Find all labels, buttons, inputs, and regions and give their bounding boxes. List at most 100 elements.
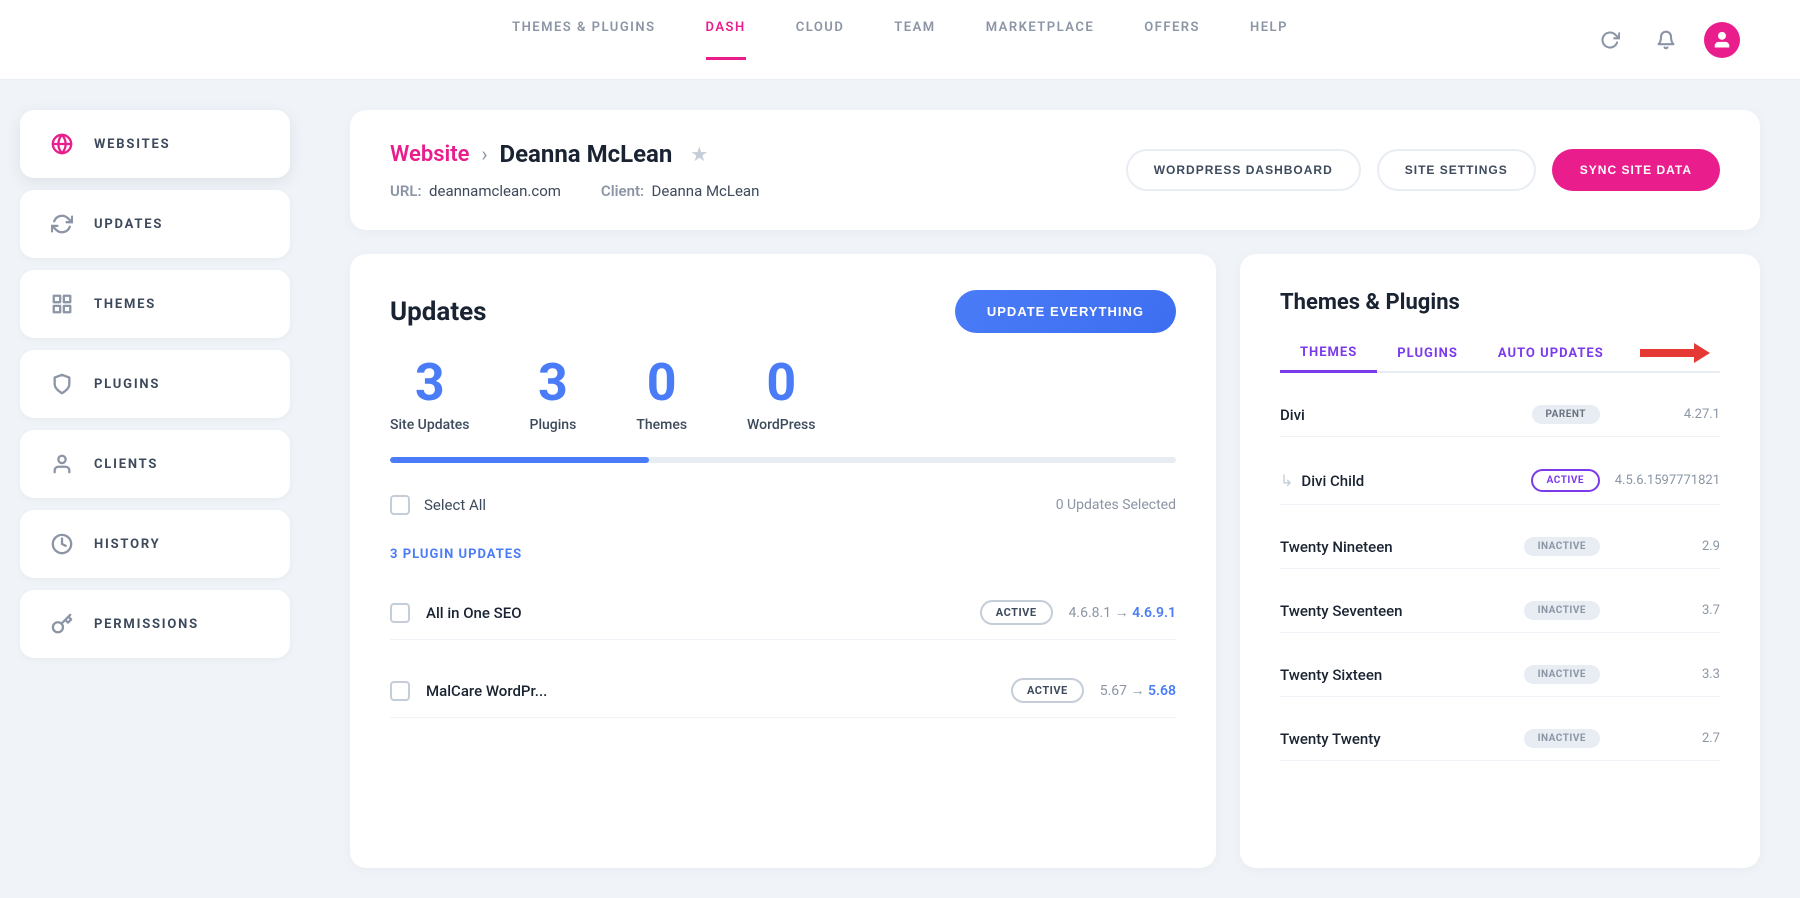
main-content: Website › Deanna McLean ★ URL: deannamcl… xyxy=(310,80,1800,898)
theme-name-twenty-nineteen: Twenty Nineteen xyxy=(1280,538,1524,556)
updates-panel: Updates UPDATE EVERYTHING 3 Site Updates… xyxy=(350,254,1216,868)
sidebar-label-websites: WEBSITES xyxy=(94,137,170,152)
shield-icon xyxy=(48,370,76,398)
theme-badge-divi-child: ACTIVE xyxy=(1531,469,1600,492)
arrow-indicator xyxy=(1640,343,1710,363)
stats-row: 3 Site Updates 3 Plugins 0 Themes 0 Word… xyxy=(390,357,1176,433)
page-header-actions: WORDPRESS DASHBOARD SITE SETTINGS SYNC S… xyxy=(1126,149,1720,191)
stat-plugins: 3 Plugins xyxy=(530,357,577,433)
plugin-badge-0: ACTIVE xyxy=(980,600,1053,625)
select-all-checkbox[interactable] xyxy=(390,495,410,515)
user-icon xyxy=(48,450,76,478)
page-meta: URL: deannamclean.com Client: Deanna McL… xyxy=(390,182,759,200)
theme-version-twenty-nineteen: 2.9 xyxy=(1600,539,1720,554)
page-header: Website › Deanna McLean ★ URL: deannamcl… xyxy=(350,110,1760,230)
arrow-right-icon xyxy=(1640,343,1710,363)
sidebar-label-themes: THEMES xyxy=(94,297,156,312)
nav-marketplace[interactable]: MARKETPLACE xyxy=(986,20,1095,60)
plugin-version-0: 4.6.8.1 → 4.6.9.1 xyxy=(1069,604,1176,621)
theme-row-divi-child: ↳ Divi Child ACTIVE 4.5.6.1597771821 xyxy=(1280,457,1720,505)
theme-version-divi: 4.27.1 xyxy=(1600,407,1720,422)
stat-label-themes: Themes xyxy=(636,417,687,433)
nav-cloud[interactable]: CLOUD xyxy=(796,20,845,60)
theme-name-divi: Divi xyxy=(1280,406,1532,424)
nav-team[interactable]: TEAM xyxy=(894,20,935,60)
sidebar-label-plugins: PLUGINS xyxy=(94,377,160,392)
star-icon: ★ xyxy=(690,142,708,166)
theme-sub-divi: ↳ Divi Child xyxy=(1280,471,1531,490)
themes-plugins-panel: Themes & Plugins THEMES PLUGINS AUTO UPD… xyxy=(1240,254,1760,868)
plugin-name-0: All in One SEO xyxy=(426,604,964,622)
stat-wordpress: 0 WordPress xyxy=(747,357,815,433)
theme-row-twenty-seventeen: Twenty Seventeen INACTIVE 3.7 xyxy=(1280,589,1720,633)
page-layout: WEBSITES UPDATES THEMES xyxy=(0,80,1800,898)
client-value: Deanna McLean xyxy=(652,182,760,200)
nav-offers[interactable]: OFFERS xyxy=(1144,20,1200,60)
sidebar-item-updates[interactable]: UPDATES xyxy=(20,190,290,258)
nav-actions xyxy=(1592,22,1740,58)
select-all-label[interactable]: Select All xyxy=(390,495,486,515)
stat-number-themes: 0 xyxy=(636,357,687,409)
sidebar-item-clients[interactable]: CLIENTS xyxy=(20,430,290,498)
sidebar-label-history: HISTORY xyxy=(94,537,161,552)
refresh-icon xyxy=(48,210,76,238)
tab-themes[interactable]: THEMES xyxy=(1280,335,1377,373)
progress-bar xyxy=(390,457,1176,463)
globe-icon xyxy=(48,130,76,158)
refresh-icon[interactable] xyxy=(1592,22,1628,58)
theme-name-twenty-sixteen: Twenty Sixteen xyxy=(1280,666,1524,684)
url-label: URL: deannamclean.com xyxy=(390,182,561,200)
sidebar-item-themes[interactable]: THEMES xyxy=(20,270,290,338)
user-avatar[interactable] xyxy=(1704,22,1740,58)
tab-plugins[interactable]: PLUGINS xyxy=(1377,336,1478,371)
theme-name-divi-child: Divi Child xyxy=(1301,472,1530,490)
sidebar-item-plugins[interactable]: PLUGINS xyxy=(20,350,290,418)
select-all-row: Select All 0 Updates Selected xyxy=(390,487,1176,523)
bell-icon[interactable] xyxy=(1648,22,1684,58)
progress-bar-fill xyxy=(390,457,649,463)
stat-label-site: Site Updates xyxy=(390,417,470,433)
sidebar-item-history[interactable]: HISTORY xyxy=(20,510,290,578)
theme-badge-twenty-sixteen: INACTIVE xyxy=(1524,665,1600,684)
updates-title: Updates xyxy=(390,297,487,327)
nav-help[interactable]: HELP xyxy=(1250,20,1288,60)
site-settings-button[interactable]: SITE SETTINGS xyxy=(1377,149,1536,191)
theme-version-twenty-sixteen: 3.3 xyxy=(1600,667,1720,682)
breadcrumb-website: Website xyxy=(390,142,469,167)
breadcrumb-site-name: Deanna McLean xyxy=(499,140,672,168)
themes-panel-title: Themes & Plugins xyxy=(1280,290,1720,315)
update-everything-button[interactable]: UPDATE EVERYTHING xyxy=(955,290,1176,333)
theme-badge-twenty-twenty: INACTIVE xyxy=(1524,729,1600,748)
sync-site-data-button[interactable]: SYNC SITE DATA xyxy=(1552,149,1720,191)
theme-name-twenty-twenty: Twenty Twenty xyxy=(1280,730,1524,748)
sidebar-label-updates: UPDATES xyxy=(94,217,163,232)
theme-version-twenty-seventeen: 3.7 xyxy=(1600,603,1720,618)
stat-number-site: 3 xyxy=(390,357,470,409)
plugin-badge-1: ACTIVE xyxy=(1011,678,1084,703)
sidebar-item-websites[interactable]: WEBSITES xyxy=(20,110,290,178)
page-header-left: Website › Deanna McLean ★ URL: deannamcl… xyxy=(390,140,759,200)
theme-badge-divi: PARENT xyxy=(1532,405,1601,424)
themes-tabs: THEMES PLUGINS AUTO UPDATES xyxy=(1280,335,1720,373)
stat-number-wordpress: 0 xyxy=(747,357,815,409)
stat-number-plugins: 3 xyxy=(530,357,577,409)
stat-label-wordpress: WordPress xyxy=(747,417,815,433)
updates-count: 0 Updates Selected xyxy=(1056,497,1176,513)
theme-row-twenty-nineteen: Twenty Nineteen INACTIVE 2.9 xyxy=(1280,525,1720,569)
theme-row-twenty-twenty: Twenty Twenty INACTIVE 2.7 xyxy=(1280,717,1720,761)
plugin-version-1: 5.67 → 5.68 xyxy=(1100,682,1176,699)
plugin-checkbox-0[interactable] xyxy=(390,603,410,623)
sidebar: WEBSITES UPDATES THEMES xyxy=(0,80,310,898)
sidebar-item-permissions[interactable]: PERMISSIONS xyxy=(20,590,290,658)
key-icon xyxy=(48,610,76,638)
wordpress-dashboard-button[interactable]: WORDPRESS DASHBOARD xyxy=(1126,149,1361,191)
nav-links: THEMES & PLUGINS DASH CLOUD TEAM MARKETP… xyxy=(512,20,1288,60)
plugin-section-label: 3 PLUGIN UPDATES xyxy=(390,547,1176,562)
top-navigation: THEMES & PLUGINS DASH CLOUD TEAM MARKETP… xyxy=(0,0,1800,80)
tab-auto-updates[interactable]: AUTO UPDATES xyxy=(1478,336,1624,371)
plugin-checkbox-1[interactable] xyxy=(390,681,410,701)
nav-themes-plugins[interactable]: THEMES & PLUGINS xyxy=(512,20,655,60)
nav-dash[interactable]: DASH xyxy=(706,20,746,60)
breadcrumb-arrow: › xyxy=(481,142,487,166)
theme-badge-twenty-nineteen: INACTIVE xyxy=(1524,537,1600,556)
